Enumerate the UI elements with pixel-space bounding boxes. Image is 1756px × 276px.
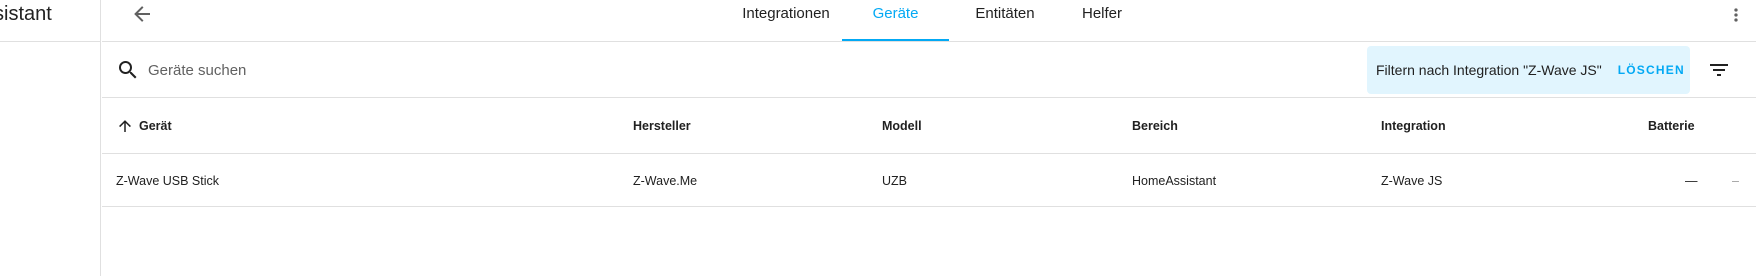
tab-integrations[interactable]: Integrationen: [721, 0, 851, 41]
sidebar-divider: [0, 41, 100, 42]
table-row[interactable]: Z-Wave USB Stick Z-Wave.Me UZB HomeAssis…: [102, 155, 1756, 207]
column-header-area[interactable]: Bereich: [1132, 98, 1178, 154]
column-header-model[interactable]: Modell: [882, 98, 922, 154]
filter-label: Filtern nach Integration "Z-Wave JS": [1376, 62, 1602, 78]
column-header-manufacturer[interactable]: Hersteller: [633, 98, 691, 154]
search-input[interactable]: [148, 56, 748, 84]
app-title: sistant: [0, 3, 52, 25]
cell-integration: Z-Wave JS: [1381, 174, 1443, 188]
filter-icon[interactable]: [1707, 58, 1731, 82]
table-header: Gerät Hersteller Modell Bereich Integrat…: [102, 98, 1756, 154]
column-header-device[interactable]: Gerät: [116, 98, 172, 154]
tab-devices[interactable]: Geräte: [842, 0, 949, 41]
search-icon: [119, 61, 137, 79]
search-bar: Filtern nach Integration "Z-Wave JS" LÖS…: [102, 42, 1756, 98]
arrow-up-icon: [119, 120, 131, 132]
cell-area: HomeAssistant: [1132, 174, 1217, 188]
tab-helpers[interactable]: Helfer: [1062, 0, 1142, 41]
tab-entities[interactable]: Entitäten: [957, 0, 1053, 41]
column-header-integration[interactable]: Integration: [1381, 98, 1446, 154]
sidebar: sistant: [0, 0, 101, 276]
cell-extra: –: [1732, 174, 1739, 188]
integration-filter-chip: Filtern nach Integration "Z-Wave JS" LÖS…: [1367, 46, 1690, 94]
cell-model: UZB: [882, 174, 907, 188]
clear-filter-button[interactable]: LÖSCHEN: [1618, 63, 1685, 77]
cell-manufacturer: Z-Wave.Me: [633, 174, 698, 188]
column-header-battery[interactable]: Batterie: [1648, 98, 1695, 154]
tab-bar: Integrationen Geräte Entitäten Helfer: [102, 0, 1756, 42]
column-header-device-label: Gerät: [139, 119, 172, 133]
cell-battery: —: [1685, 174, 1698, 188]
dots-vertical-icon: [1734, 8, 1738, 22]
overflow-menu-button[interactable]: [1726, 2, 1746, 28]
toolbar: Integrationen Geräte Entitäten Helfer: [102, 0, 1756, 42]
cell-device: Z-Wave USB Stick: [116, 174, 220, 188]
